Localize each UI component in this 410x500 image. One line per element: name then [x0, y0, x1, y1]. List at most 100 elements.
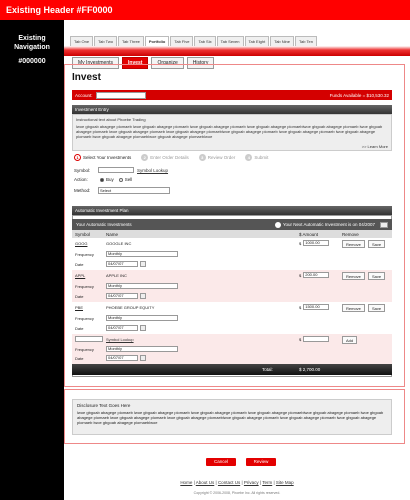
step-1-number: 1 [74, 154, 81, 161]
header-title: Existing Header #FF0000 [6, 5, 113, 15]
buy-radio[interactable] [100, 177, 104, 182]
footer-link-home[interactable]: Home [180, 480, 192, 485]
footer-link-term[interactable]: Term [262, 480, 272, 485]
investment-entry-header: Investment Entry [72, 105, 392, 114]
frequency-label: Frequency [75, 316, 94, 321]
date-input[interactable]: 04/07/07 [106, 293, 138, 299]
account-select[interactable]: Select Account [95, 91, 146, 99]
table-row: GOOG GOOGLE INC $1000.00 Remove Save Fre… [72, 238, 392, 270]
calendar-icon[interactable] [140, 325, 146, 331]
tab-five[interactable]: Tab Five [170, 36, 194, 46]
calendar-icon[interactable] [140, 261, 146, 267]
row-symbol[interactable]: PBE [75, 305, 83, 310]
add-button[interactable]: Add [342, 336, 358, 344]
copyright: Copyright © 2006-2008, Phoebe Inc. All r… [193, 491, 281, 495]
date-input[interactable]: 04/07/07 [106, 325, 138, 331]
symbol-label: Symbol: [74, 167, 91, 173]
tab-seven[interactable]: Tab Seven [216, 36, 244, 46]
account-label: Account: [75, 92, 93, 98]
tab-two[interactable]: Tab Two [94, 36, 117, 46]
tab-nine[interactable]: Tab Nine [270, 36, 294, 46]
step-4-label: Submit [254, 155, 269, 160]
new-symbol-input[interactable] [75, 336, 103, 342]
main-tabs: Tab One Tab Two Tab Three Portfolio Tab … [70, 36, 318, 46]
tab-eight[interactable]: Tab Eight [244, 36, 270, 46]
total-value: $ 2,700.00 [299, 367, 321, 372]
review-button[interactable]: Review [246, 458, 276, 466]
your-automatic-investments-bar: Your Automatic Investments Your Next Aut… [72, 219, 392, 230]
existing-header: Existing Header #FF0000 [0, 0, 410, 20]
frequency-select[interactable]: Monthly [106, 346, 178, 352]
col-symbol: Symbol [75, 231, 91, 237]
investment-entry-box: Instructional text about Phoebe Trading … [72, 114, 392, 151]
step-2-number: 2 [141, 154, 149, 161]
col-name: Name [106, 231, 119, 237]
new-symbol-lookup-link[interactable]: Symbol Lookup [106, 337, 134, 342]
row-amount: $1000.00 [299, 240, 330, 246]
frequency-label: Frequency [75, 252, 94, 257]
row-name: APPLE INC [106, 273, 127, 278]
new-amount-input[interactable] [303, 336, 330, 342]
action-row: Action: Buy Sell [74, 177, 132, 182]
disclosure-box: Disclosure Text Goes Here lwoe gbgoab ab… [72, 399, 392, 435]
remove-button[interactable]: Remove [342, 272, 365, 280]
tab-portfolio[interactable]: Portfolio [144, 36, 170, 46]
collapse-toggle[interactable] [380, 221, 388, 228]
symbol-row: Symbol: Symbol Lookup [74, 167, 168, 173]
page-title: Invest [72, 72, 101, 83]
date-input[interactable]: 04/07/07 [106, 355, 138, 361]
action-label: Action: [74, 177, 88, 182]
new-amount: $ [299, 336, 330, 342]
save-button[interactable]: Save [368, 240, 386, 248]
col-remove: Remove [342, 231, 359, 237]
col-amount: $ Amount [299, 231, 319, 237]
amount-input[interactable]: 200.00 [303, 272, 330, 278]
remove-button[interactable]: Remove [342, 240, 365, 248]
date-label: Date [75, 294, 84, 299]
automatic-plan-header: Automatic Investment Plan [72, 206, 392, 215]
frequency-select[interactable]: Monthly [106, 283, 178, 289]
step-3: 3 Review Order [198, 154, 235, 161]
amount-input[interactable]: 1500.00 [303, 304, 330, 310]
symbol-input[interactable] [98, 167, 134, 173]
calendar-icon[interactable] [140, 293, 146, 299]
tab-ten[interactable]: Tab Ten [294, 36, 317, 46]
symbol-lookup-link[interactable]: Symbol Lookup [137, 168, 168, 173]
row-symbol[interactable]: GOOG [75, 241, 87, 246]
total-label: Total: [262, 367, 273, 372]
footer-link-contact[interactable]: Contact Us [218, 480, 240, 485]
date-label: Date [75, 262, 84, 267]
frequency-select[interactable]: Monthly [106, 315, 178, 321]
remove-button[interactable]: Remove [342, 304, 365, 312]
tab-six[interactable]: Tab Six [194, 36, 216, 46]
tab-three[interactable]: Tab Three [117, 36, 144, 46]
total-bar: Total: $ 2,700.00 [72, 364, 392, 375]
calendar-icon[interactable] [140, 355, 146, 361]
footer-link-about[interactable]: About Us [196, 480, 215, 485]
disclosure-title: Disclosure Text Goes Here [77, 403, 131, 408]
tab-one[interactable]: Tab One [70, 36, 94, 46]
amount-input[interactable]: 1000.00 [303, 240, 330, 246]
learn-more-link[interactable]: >> Learn More [362, 144, 388, 149]
method-select[interactable]: Select [98, 187, 170, 194]
row-amount: $200.00 [299, 272, 330, 278]
frequency-select[interactable]: Monthly [106, 251, 178, 257]
next-investment-text: Your Next Automatic Investment is on 04/… [282, 222, 375, 227]
table-row: APPL APPLE INC $200.00 Remove Save Frequ… [72, 270, 392, 302]
row-symbol[interactable]: APPL [75, 273, 85, 278]
frequency-label: Frequency [75, 347, 94, 352]
date-label: Date [75, 356, 84, 361]
save-button[interactable]: Save [368, 272, 386, 280]
date-input[interactable]: 04/07/07 [106, 261, 138, 267]
row-amount: $1500.00 [299, 304, 330, 310]
save-button[interactable]: Save [368, 304, 386, 312]
cancel-button[interactable]: Cancel [206, 458, 236, 466]
footer-link-privacy[interactable]: Privacy [244, 480, 259, 485]
account-bar: Account: Select Account Funds Available … [72, 90, 392, 100]
sell-radio[interactable] [118, 177, 123, 182]
step-indicator: 1 Select Your Investments 2 Enter Order De… [74, 154, 278, 161]
existing-navigation: Existing Navigation #000000 [0, 20, 64, 500]
footer-link-sitemap[interactable]: Site Map [276, 480, 294, 485]
step-1-label: Select Your Investments [83, 155, 132, 160]
method-label: Method: [74, 188, 91, 193]
